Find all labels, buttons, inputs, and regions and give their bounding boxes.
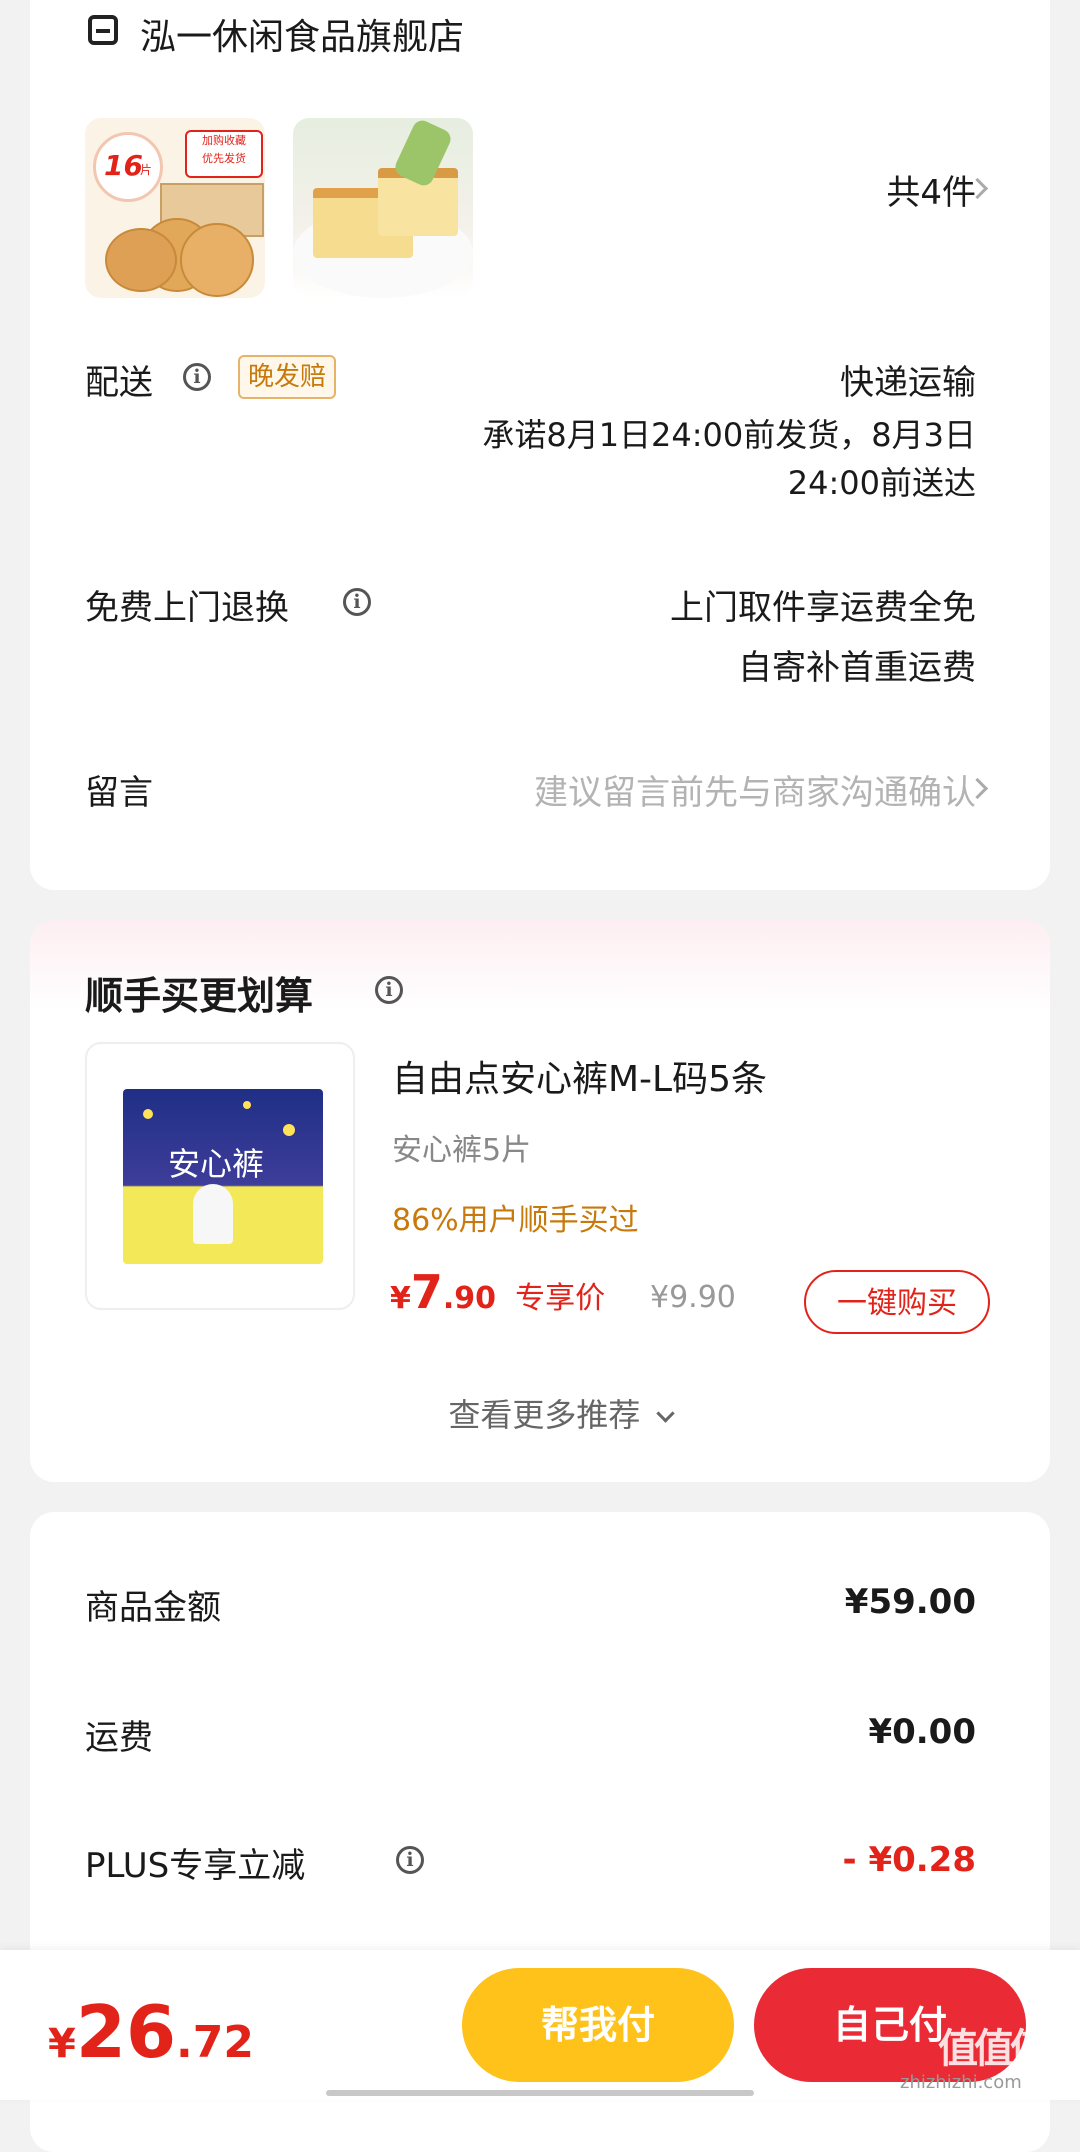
summary-value-shipping: ¥0.00 [868, 1712, 976, 1752]
watermark-logo: 值值值 [938, 2026, 1050, 2072]
upsell-info-icon[interactable]: i [375, 976, 403, 1004]
package-star-2 [283, 1124, 295, 1136]
home-indicator [326, 2090, 754, 2096]
upsell-title: 顺手买更划算 [85, 974, 314, 1018]
delivery-info-icon[interactable]: i [183, 363, 211, 391]
product-thumb-cake[interactable] [293, 118, 473, 298]
package-figure [193, 1184, 233, 1244]
biscuit-2 [180, 223, 254, 297]
summary-label-plus: PLUS专享立减 [85, 1846, 306, 1886]
chevron-down-icon [655, 1404, 675, 1423]
returns-line2: 自寄补首重运费 [738, 648, 976, 688]
bottom-bar: ¥26.72 帮我付 自己付 值值值 zhizhizhi.com [0, 1950, 1080, 2100]
delivery-label: 配送 [85, 363, 153, 403]
returns-label: 免费上门退换 [85, 588, 289, 628]
see-more-recommendations[interactable]: 查看更多推荐 [410, 1390, 710, 1436]
biscuit-3 [105, 228, 177, 292]
message-label: 留言 [85, 773, 153, 813]
promo-tag: 加购收藏 优先发货 [185, 130, 263, 178]
upsell-product-spec: 安心裤5片 [392, 1133, 532, 1168]
upsell-price: ¥7.90 专享价 [390, 1265, 606, 1319]
summary-label-goods: 商品金额 [85, 1588, 221, 1628]
delivery-promise-line2: 24:00前送达 [787, 464, 976, 502]
late-compensation-badge[interactable]: 晚发赔 [238, 355, 337, 399]
returns-line1: 上门取件享运费全免 [670, 588, 976, 628]
order-card: 泓一休闲食品旗舰店 16 片 加购收藏 优先发货 共4件 配送 i 晚发赔 快递… [30, 0, 1050, 890]
summary-value-goods: ¥59.00 [844, 1582, 976, 1622]
item-count[interactable]: 共4件 [790, 165, 976, 214]
store-name[interactable]: 泓一休闲食品旗舰店 [140, 8, 464, 60]
store-icon [88, 15, 118, 45]
upsell-card: 顺手买更划算 i 安心裤 自由点安心裤M-L码5条 安心裤5片 86%用户顺手买… [30, 920, 1050, 1482]
help-pay-button[interactable]: 帮我付 [462, 1968, 734, 2082]
summary-value-plus: - ¥0.28 [842, 1840, 977, 1880]
package-star-1 [143, 1109, 153, 1119]
summary-label-shipping: 运费 [85, 1718, 153, 1758]
delivery-promise-line1: 承诺8月1日24:00前发货，8月3日 [482, 416, 976, 454]
watermark-url: zhizhizhi.com [900, 2072, 1022, 2093]
upsell-product-name[interactable]: 自由点安心裤M-L码5条 [392, 1050, 767, 1102]
upsell-social-proof: 86%用户顺手买过 [392, 1203, 639, 1238]
message-input[interactable]: 建议留言前先与商家沟通确认 [390, 765, 976, 814]
total-price: ¥26.72 [48, 1990, 254, 2074]
plus-info-icon[interactable]: i [396, 1846, 424, 1874]
one-click-buy-button[interactable]: 一键购买 [804, 1270, 990, 1334]
upsell-product-image[interactable]: 安心裤 [85, 1042, 355, 1310]
returns-info-icon[interactable]: i [343, 588, 371, 616]
badge-16: 16 片 [93, 132, 163, 202]
product-thumb-biscuits[interactable]: 16 片 加购收藏 优先发货 [85, 118, 265, 298]
package-box: 安心裤 [123, 1089, 323, 1264]
package-text: 安心裤 [168, 1145, 265, 1183]
package-star-3 [243, 1101, 251, 1109]
upsell-original-price: ¥9.90 [650, 1280, 736, 1315]
delivery-method: 快递运输 [840, 363, 976, 403]
